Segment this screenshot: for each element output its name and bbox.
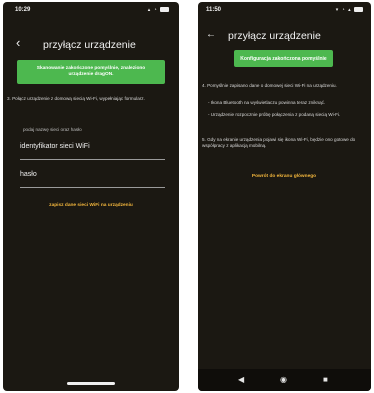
battery-icon <box>354 7 363 13</box>
password-value: hasło <box>20 171 37 178</box>
nav-recents-icon[interactable]: ■ <box>323 375 328 384</box>
step4-text: 4. Pomyślnie zapisano dane o domowej sie… <box>202 83 337 88</box>
signal-wifi-icons: ▴ ◔ <box>147 7 158 13</box>
home-indicator[interactable] <box>67 382 115 385</box>
back-icon[interactable]: ← <box>206 28 216 41</box>
instruction-text: 3. Połącz urządzenie z domową siecią Wi-… <box>7 96 145 101</box>
status-icons: ▾ ◔ ▴ <box>336 7 363 13</box>
field-hint: podaj nazwę sieci oraz hasło <box>23 127 82 132</box>
battery-icon <box>160 7 169 13</box>
success-banner: Skanowanie zakończone pomyślnie, znalezi… <box>17 60 165 84</box>
signal-wifi-icons: ▾ ◔ ▴ <box>335 7 352 13</box>
return-home-button[interactable]: Powrót do ekranu głównego <box>228 174 340 179</box>
status-icons: ▴ ◔ <box>148 7 169 13</box>
right-phone-screen: 11:50 ▾ ◔ ▴ ← przyłącz urządzenie Konfig… <box>198 2 371 391</box>
status-time: 10:29 <box>15 7 31 13</box>
header: ← przyłącz urządzenie <box>198 26 371 48</box>
step5-text: 5. Gdy na ekranie urządzenia pojawi się … <box>202 137 356 149</box>
bullet-bluetooth: - Ikona Bluetooth na wyświetlaczu powinn… <box>208 100 326 105</box>
status-time: 11:50 <box>206 7 222 13</box>
nav-back-icon[interactable]: ◀ <box>238 375 244 384</box>
bullet-connecting: - Urządzenie rozpocznie próbę połączenia… <box>208 112 341 117</box>
left-phone-screen: 10:29 ▴ ◔ ‹ przyłącz urządzenie Skanowan… <box>3 2 179 391</box>
status-bar: 10:29 ▴ ◔ <box>3 2 179 18</box>
success-banner: Konfiguracja zakończona pomyślnie <box>234 50 333 67</box>
password-field[interactable]: hasło <box>20 171 165 188</box>
nav-home-icon[interactable]: ◉ <box>280 375 287 384</box>
save-wifi-button[interactable]: zapisz dane sieci WiFi na urządzeniu <box>23 203 159 208</box>
page-title: przyłącz urządzenie <box>43 39 136 51</box>
page-title: przyłącz urządzenie <box>228 30 321 42</box>
android-nav-bar: ◀ ◉ ■ <box>198 369 371 391</box>
status-bar: 11:50 ▾ ◔ ▴ <box>198 2 371 18</box>
back-icon[interactable]: ‹ <box>16 36 20 49</box>
header: ‹ przyłącz urządzenie <box>3 34 179 56</box>
wifi-ssid-value: identyfikator sieci WiFi <box>20 143 90 150</box>
wifi-ssid-field[interactable]: identyfikator sieci WiFi <box>20 143 165 160</box>
